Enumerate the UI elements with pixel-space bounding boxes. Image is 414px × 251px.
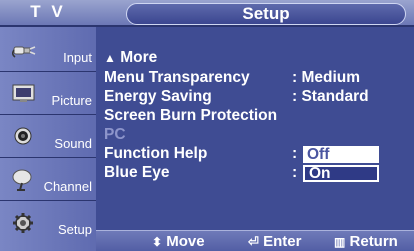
menu-item-label: Screen Burn Protection bbox=[104, 107, 278, 124]
input-plug-icon bbox=[11, 40, 36, 60]
sidebar-item-picture[interactable]: Picture bbox=[4, 76, 94, 112]
page-title: Setup bbox=[126, 3, 406, 25]
menu-item-value: : bbox=[292, 164, 298, 181]
move-hint: ⬍ Move bbox=[152, 232, 205, 251]
sidebar-item-input[interactable]: Input bbox=[4, 33, 94, 69]
menu-item-menu-transparency[interactable]: Menu Transparency : Medium bbox=[104, 68, 404, 87]
return-hint: ▥ Return bbox=[334, 232, 398, 251]
menu-item-value: : bbox=[292, 145, 298, 162]
enter-key-icon: ⏎ bbox=[248, 234, 259, 249]
menu-grid-icon: ▥ bbox=[334, 235, 346, 249]
up-down-arrows-icon: ⬍ bbox=[152, 235, 163, 249]
satellite-dish-icon bbox=[12, 169, 34, 191]
enter-label: Enter bbox=[263, 233, 302, 250]
speaker-icon bbox=[12, 126, 34, 146]
footer-hints: ⬍ Move ⏎ Enter ▥ Return bbox=[96, 230, 414, 251]
tv-label: T V bbox=[30, 2, 66, 21]
more-label: More bbox=[120, 49, 158, 66]
enter-hint: ⏎ Enter bbox=[248, 232, 301, 251]
sidebar-item-sound[interactable]: Sound bbox=[4, 119, 94, 155]
sidebar-divider bbox=[0, 71, 96, 72]
option-off[interactable]: Off bbox=[303, 146, 379, 163]
sidebar-item-channel[interactable]: Channel bbox=[4, 162, 94, 198]
option-on[interactable]: On bbox=[303, 165, 379, 182]
sidebar-item-label: Input bbox=[63, 50, 92, 65]
menu-item-label: PC bbox=[104, 126, 126, 143]
header-bar: T V Setup bbox=[0, 0, 414, 27]
sidebar-item-setup[interactable]: Setup bbox=[4, 205, 94, 241]
menu-item-pc: PC bbox=[104, 125, 404, 144]
menu-item-label: Function Help bbox=[104, 145, 208, 162]
return-label: Return bbox=[349, 233, 398, 250]
sidebar-item-label: Channel bbox=[43, 179, 92, 194]
tv-osd-menu: T V Setup Input Picture Sound Channel Se… bbox=[0, 0, 414, 251]
picture-monitor-icon bbox=[12, 83, 35, 103]
setup-menu: ▲ More Menu Transparency : Medium Energy… bbox=[104, 34, 404, 224]
sidebar-item-label: Picture bbox=[51, 93, 92, 108]
triangle-up-icon: ▲ bbox=[104, 51, 116, 65]
menu-item-label: Menu Transparency bbox=[104, 69, 250, 86]
menu-item-value: : Medium bbox=[292, 69, 361, 86]
move-label: Move bbox=[166, 233, 205, 250]
sidebar-divider bbox=[0, 114, 96, 115]
menu-item-screen-burn-protection[interactable]: Screen Burn Protection bbox=[104, 106, 404, 125]
menu-item-label: Blue Eye bbox=[104, 164, 170, 181]
menu-item-energy-saving[interactable]: Energy Saving : Standard bbox=[104, 87, 404, 106]
sidebar-divider bbox=[0, 200, 96, 201]
sidebar-item-label: Setup bbox=[58, 222, 92, 237]
more-up-item[interactable]: ▲ More bbox=[104, 48, 404, 67]
sidebar-divider bbox=[0, 157, 96, 158]
menu-item-label: Energy Saving bbox=[104, 88, 212, 105]
gear-icon bbox=[12, 212, 34, 233]
sidebar-item-label: Sound bbox=[54, 136, 92, 151]
menu-item-value: : Standard bbox=[292, 88, 369, 105]
sidebar: Input Picture Sound Channel Setup bbox=[0, 27, 96, 251]
